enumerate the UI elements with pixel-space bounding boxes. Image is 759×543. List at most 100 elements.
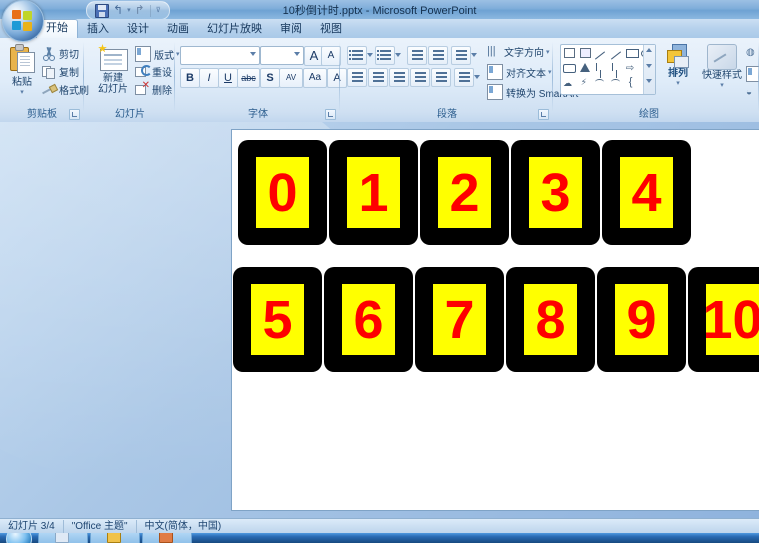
shape-right-arrow-icon[interactable]: ⇨ [624,60,640,75]
columns-button[interactable] [454,68,474,87]
number-tile[interactable]: 8 [506,267,595,372]
font-dialog-launcher[interactable] [325,109,336,120]
decrease-indent-button[interactable] [407,46,427,65]
delete-slide-button[interactable]: 删除 [135,81,172,97]
tab-view[interactable]: 视图 [311,21,351,38]
font-size-combo[interactable] [260,46,304,65]
tab-slideshow[interactable]: 幻灯片放映 [198,21,271,38]
shape-arc-icon[interactable] [608,75,624,90]
shape-lightning-icon[interactable]: ⚡ [577,75,593,90]
shapes-more-icon[interactable] [646,79,652,83]
strikethrough-button[interactable]: abc [237,68,260,88]
paste-button[interactable]: 粘贴 ▾ [4,44,40,96]
undo-icon[interactable]: ↰ [113,3,123,18]
number-tile[interactable]: 10 [688,267,759,372]
shrink-font-button[interactable]: A [321,46,341,66]
number-tile[interactable]: 1 [329,140,418,245]
font-size-chevron-down-icon[interactable] [294,52,300,56]
number-tile[interactable]: 7 [415,267,504,372]
undo-dropdown-icon[interactable]: ▾ [127,3,131,18]
numbering-button[interactable] [375,46,395,65]
align-left-button[interactable] [347,68,367,87]
quick-styles-button[interactable]: 快速样式 ▾ [700,44,744,89]
shapes-gallery[interactable]: ⇨ ⇩ ☁ ⚡ { } [560,44,656,95]
paragraph-dialog-launcher[interactable] [538,109,549,120]
shape-line-icon[interactable] [592,45,608,60]
tab-design[interactable]: 设计 [118,21,158,38]
paste-dropdown-icon[interactable]: ▾ [4,88,40,96]
bullets-dropdown-icon[interactable] [366,46,373,63]
scroll-up-icon[interactable] [646,48,652,52]
number-tile[interactable]: 5 [233,267,322,372]
shape-textbox2-icon[interactable] [577,45,593,60]
text-direction-dropdown-icon[interactable]: ▾ [546,48,550,56]
shape-triangle-icon[interactable] [577,60,593,75]
shape-curve-icon[interactable] [592,75,608,90]
status-language[interactable]: 中文(简体，中国) [137,520,230,533]
character-spacing-button[interactable]: AV [279,68,303,88]
shape-rounded-rect-icon[interactable] [561,60,577,75]
bold-button[interactable]: B [180,68,200,88]
align-text-button[interactable]: 对齐文本 ▾ [487,64,552,80]
new-slide-button[interactable]: 新建 幻灯片 [91,44,135,95]
cut-button[interactable]: 剪切 [42,46,79,61]
numbering-dropdown-icon[interactable] [394,46,401,63]
save-icon[interactable] [95,3,109,18]
tab-animations[interactable]: 动画 [158,21,198,38]
tab-review[interactable]: 审阅 [271,21,311,38]
line-spacing-button[interactable] [451,46,471,65]
quick-styles-dropdown-icon[interactable]: ▾ [700,81,744,89]
taskbar-item[interactable] [142,533,192,543]
align-text-dropdown-icon[interactable]: ▾ [548,68,552,76]
italic-button[interactable]: I [199,68,219,88]
shape-rectangle-icon[interactable] [624,45,640,60]
format-painter-button[interactable]: 格式刷 [42,82,89,97]
shape-fill-button[interactable]: ◍ 形 [746,46,759,61]
font-name-combo[interactable] [180,46,260,65]
shape-left-brace-icon[interactable]: { [624,75,640,90]
reset-button[interactable]: 重设 [135,64,172,79]
shape-cloud-icon[interactable]: ☁ [561,75,577,90]
tab-insert[interactable]: 插入 [78,21,118,38]
taskbar-item[interactable] [38,533,88,543]
shape-effects-button[interactable]: ◒ 形 [746,86,759,101]
align-right-button[interactable] [389,68,409,87]
office-button[interactable] [2,0,44,42]
arrange-dropdown-icon[interactable]: ▾ [658,79,698,87]
slide-canvas[interactable]: 0 1 2 3 4 5 6 7 8 9 10 [232,130,759,510]
shape-elbow-icon[interactable] [592,60,608,75]
start-button[interactable] [6,533,32,543]
underline-button[interactable]: U [218,68,238,88]
font-name-chevron-down-icon[interactable] [250,52,256,56]
number-tile[interactable]: 2 [420,140,509,245]
status-theme[interactable]: "Office 主题" [64,520,137,533]
shape-elbow2-icon[interactable] [608,60,624,75]
status-slide-counter[interactable]: 幻灯片 3/4 [0,520,64,533]
distribute-button[interactable] [431,68,451,87]
quick-access-toolbar[interactable]: ↰ ▾ ↱ ⊽ [86,1,170,20]
layout-button[interactable]: 版式 ▾ [135,46,180,62]
shape-outline-button[interactable]: 形 [746,66,759,82]
scroll-down-icon[interactable] [646,64,652,68]
arrange-button[interactable]: 排列 ▾ [658,44,698,87]
number-tile[interactable]: 3 [511,140,600,245]
number-tile[interactable]: 9 [597,267,686,372]
redo-icon[interactable]: ↱ [135,3,145,18]
taskbar-item[interactable] [90,533,140,543]
copy-button[interactable]: 复制 [42,64,79,79]
change-case-button[interactable]: Aa [303,68,327,88]
number-tile[interactable]: 4 [602,140,691,245]
number-tile[interactable]: 0 [238,140,327,245]
columns-dropdown-icon[interactable] [473,68,480,85]
increase-indent-button[interactable] [428,46,448,65]
clipboard-dialog-launcher[interactable] [69,109,80,120]
bullets-button[interactable] [347,46,367,65]
customize-qat-icon[interactable]: ⊽ [156,3,161,18]
text-shadow-button[interactable]: S [260,68,280,88]
line-spacing-dropdown-icon[interactable] [470,46,477,63]
align-center-button[interactable] [368,68,388,87]
shape-textbox-icon[interactable] [561,45,577,60]
number-tile[interactable]: 6 [324,267,413,372]
shape-arrow-icon[interactable] [608,45,624,60]
text-direction-button[interactable]: ||| 文字方向 ▾ [487,44,550,60]
